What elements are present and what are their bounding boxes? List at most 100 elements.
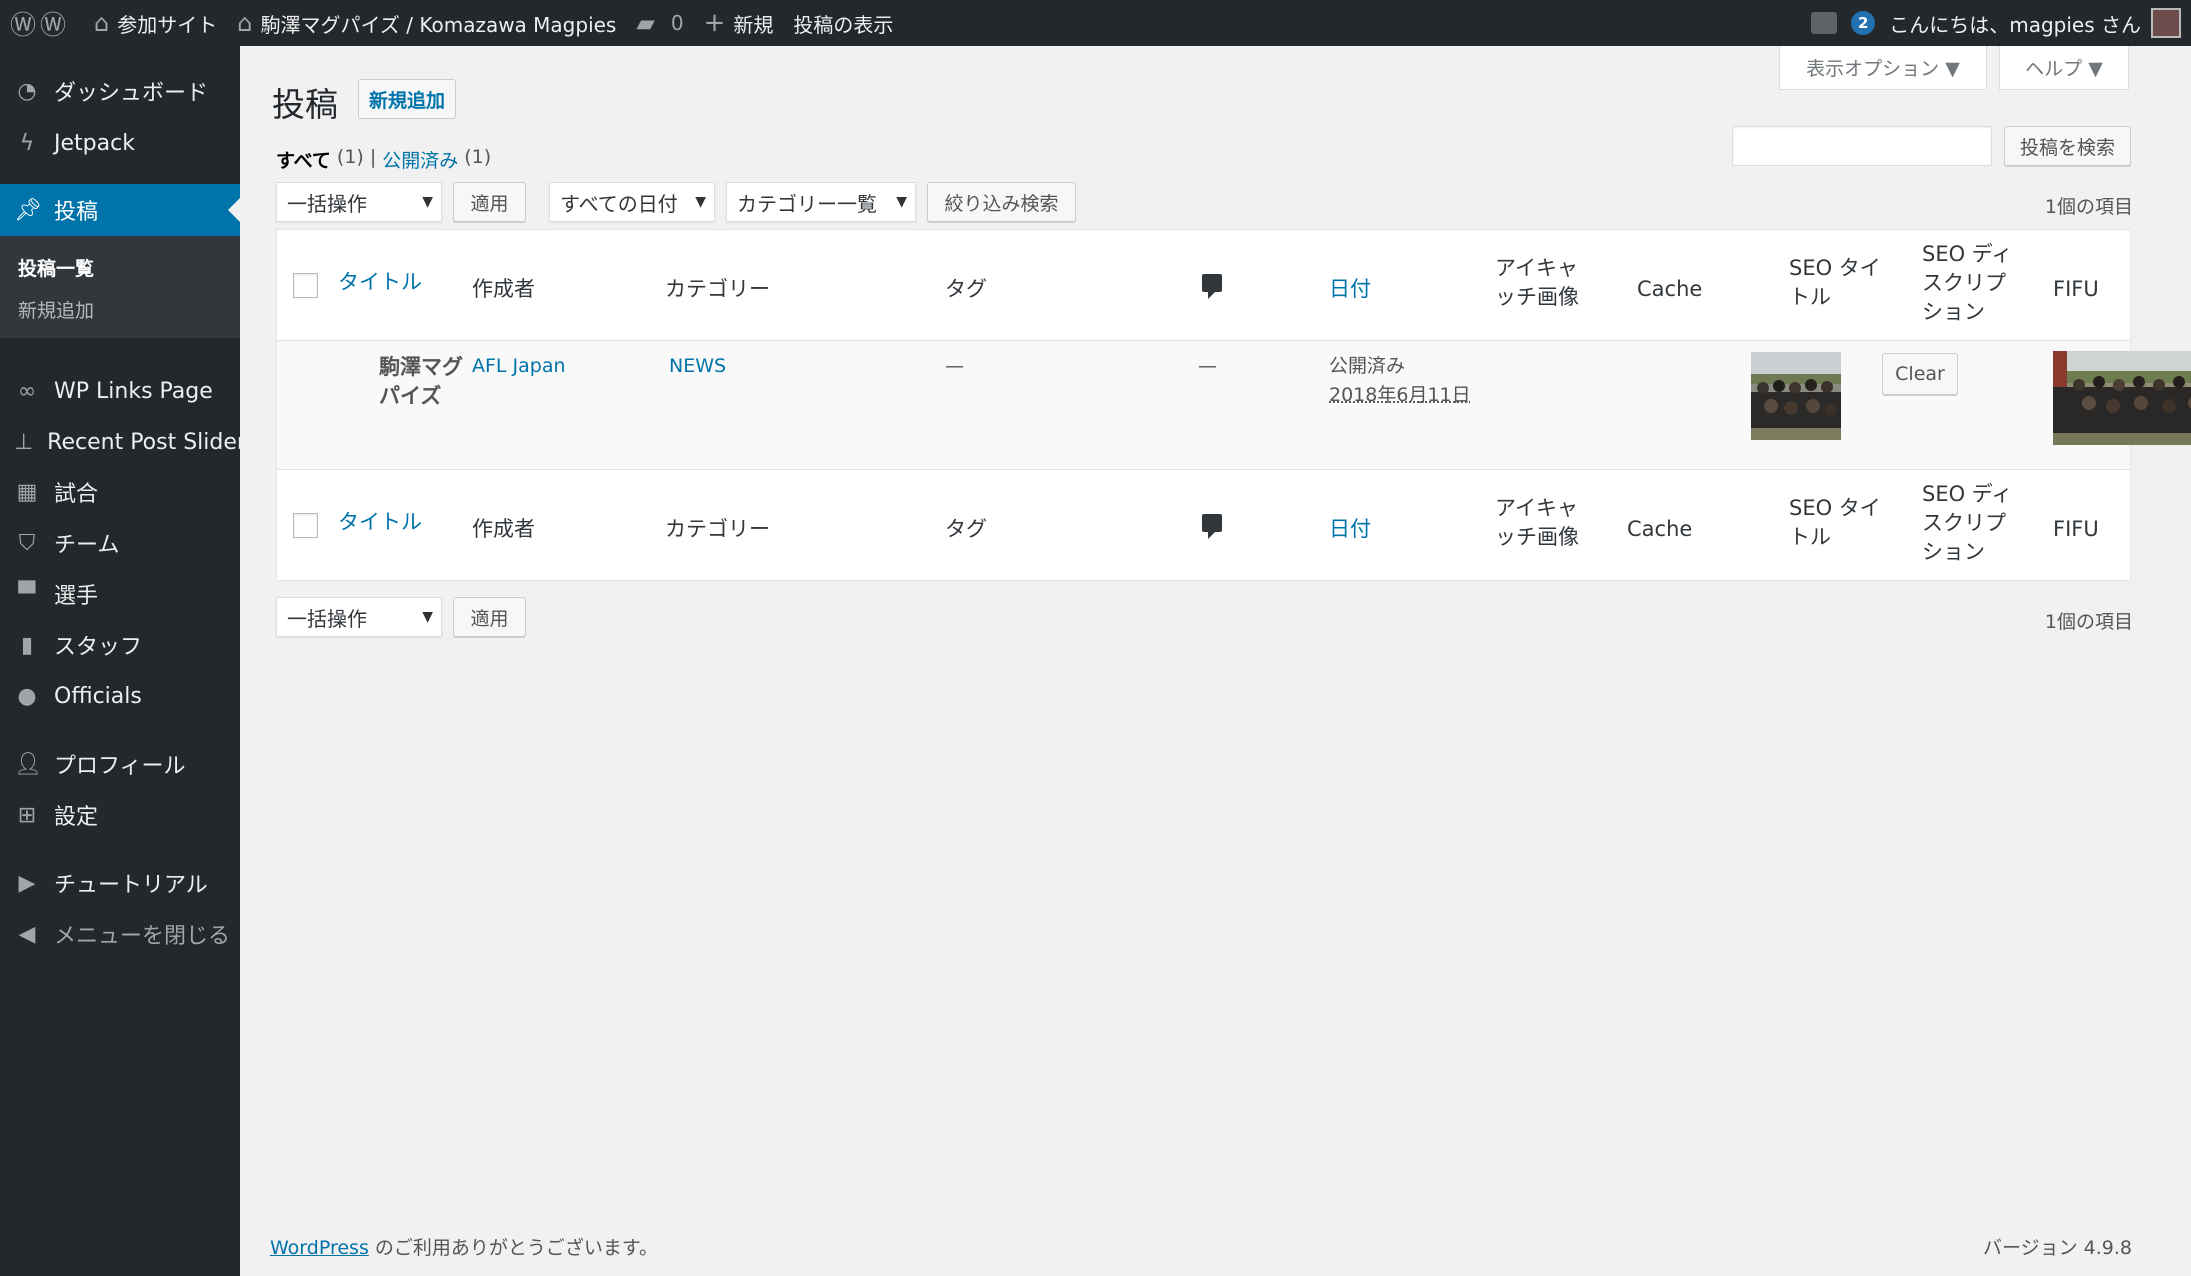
avatar[interactable] (2151, 8, 2181, 38)
post-author[interactable]: AFL Japan (472, 352, 566, 381)
screen-options-button[interactable]: 表示オプション ▼ (1779, 46, 1987, 90)
shirt-icon: ▀ (18, 581, 36, 607)
post-title-line-2: パイズ (379, 384, 442, 408)
submenu-all-posts[interactable]: 投稿一覧 (18, 254, 94, 281)
column-seo-desc-line-3: ション (1922, 540, 1985, 564)
calendar-icon: ▦ (16, 479, 38, 505)
wp-logo-menu[interactable]: Ⓦ Ⓦ (0, 0, 84, 46)
menu-posts[interactable]: 📌︎ 投稿 (0, 184, 240, 236)
menu-settings[interactable]: ⊞ 設定 (0, 792, 240, 838)
column-tags: タグ (945, 277, 987, 301)
post-category[interactable]: NEWS (669, 352, 726, 381)
posts-submenu: 投稿一覧 新規追加 (0, 236, 240, 338)
menu-events[interactable]: ▦ 試合 (0, 469, 240, 515)
column-categories: カテゴリー (665, 277, 770, 301)
search-input[interactable] (1732, 126, 1992, 166)
chevron-down-icon: ▼ (896, 194, 907, 210)
menu-label: チーム (54, 533, 120, 558)
column-fifu-bottom: FIFU (2053, 517, 2099, 541)
user-icon: 👤︎ (14, 751, 42, 777)
my-sites-label: 参加サイト (117, 12, 218, 37)
settings-icon: ⊞ (17, 802, 37, 828)
column-featured-line-2: ッチ画像 (1495, 525, 1579, 549)
add-new-button[interactable]: 新規追加 (358, 79, 457, 119)
video-icon: ▶ (18, 870, 36, 896)
column-seo-desc-line-3: ション (1922, 300, 1985, 324)
select-all-checkbox-bottom[interactable] (293, 513, 318, 538)
category-filter-select[interactable]: カテゴリー一覧 ▼ (726, 182, 916, 222)
view-posts-link[interactable]: 投稿の表示 (783, 0, 903, 46)
bulk-action-value: 一括操作 (287, 191, 367, 216)
menu-players[interactable]: ▀ 選手 (0, 571, 240, 617)
new-content-menu[interactable]: + 新規 (694, 0, 784, 46)
filter-all[interactable]: すべて (276, 146, 331, 173)
column-title-bottom[interactable]: タイトル (338, 508, 422, 537)
menu-jetpack[interactable]: ϟ Jetpack (0, 120, 240, 166)
cache-clear-button[interactable]: Clear (1882, 353, 1958, 395)
apply-button-bottom[interactable]: 適用 (453, 597, 526, 637)
fifu-image-thumbnail[interactable] (2053, 351, 2191, 445)
menu-recent-post-slider[interactable]: ⊥ Recent Post Slider (0, 419, 246, 465)
pin-icon: 📌︎ (14, 197, 42, 223)
wordpress-link[interactable]: WordPress (270, 1237, 369, 1259)
date-filter-value: すべての日付 (560, 191, 678, 216)
main-content: 表示オプション ▼ ヘルプ ▼ 投稿 新規追加 すべて (1) | 公開済み (… (240, 46, 2191, 1276)
submenu-add-new[interactable]: 新規追加 (18, 296, 94, 323)
date-filter-select[interactable]: すべての日付 ▼ (549, 182, 715, 222)
menu-label: プロフィール (54, 754, 186, 779)
menu-wp-links-page[interactable]: ∞ WP Links Page (0, 368, 240, 414)
column-featured-line-1: アイキャ (1495, 496, 1578, 520)
bulk-action-value: 一括操作 (287, 606, 367, 631)
post-comments: — (1198, 355, 1217, 377)
comments-column-icon-bottom[interactable] (1202, 514, 1222, 539)
bulk-action-select-bottom[interactable]: 一括操作 ▼ (276, 597, 442, 637)
menu-collapse[interactable]: ◀ メニューを閉じる (0, 911, 240, 957)
my-sites-menu[interactable]: ⌂ 参加サイト (84, 0, 227, 46)
column-cache: Cache (1637, 277, 1703, 301)
help-button[interactable]: ヘルプ ▼ (1999, 46, 2129, 90)
column-featured-image: アイキャ ッチ画像 (1495, 254, 1579, 312)
menu-dashboard[interactable]: ◔ ダッシュボード (0, 68, 240, 114)
column-seo-title-bottom: SEO タイ トル (1789, 494, 1881, 552)
filter-published[interactable]: 公開済み (382, 146, 458, 173)
menu-teams[interactable]: ⛉ チーム (0, 520, 240, 566)
menu-staff[interactable]: ▮ スタッフ (0, 622, 240, 668)
search-posts-button[interactable]: 投稿を検索 (2004, 126, 2131, 166)
comments-column-icon[interactable] (1202, 274, 1222, 299)
new-content-label: 新規 (733, 12, 774, 37)
menu-profile[interactable]: 👤︎ プロフィール (0, 741, 240, 787)
select-all-checkbox[interactable] (293, 273, 318, 298)
column-date-bottom[interactable]: 日付 (1329, 515, 1371, 544)
menu-label: スタッフ (54, 635, 143, 660)
collapse-icon: ◀ (18, 921, 36, 947)
comments-menu[interactable]: ▰ 0 (626, 0, 693, 46)
footer-thanks-text: のご利用ありがとうございます。 (368, 1237, 658, 1259)
site-name-menu[interactable]: ⌂ 駒澤マグパイズ / Komazawa Magpies (227, 0, 626, 46)
post-title[interactable]: 駒澤マグ パイズ (379, 353, 463, 411)
column-featured-image-bottom: アイキャ ッチ画像 (1495, 494, 1579, 552)
menu-tutorial[interactable]: ▶ チュートリアル (0, 860, 240, 906)
filter-button[interactable]: 絞り込み検索 (927, 182, 1076, 222)
notification-box-icon[interactable] (1811, 12, 1838, 34)
apply-button-top[interactable]: 適用 (453, 182, 526, 222)
post-title-line-1: 駒澤マグ (379, 355, 463, 379)
greeting[interactable]: こんにちは、magpies さん (1889, 9, 2141, 38)
column-seo-desc-line-2: スクリプ (1922, 271, 2006, 295)
column-seo-desc-line-1: SEO ディ (1922, 242, 2013, 266)
chevron-down-icon: ▼ (695, 194, 706, 210)
menu-officials[interactable]: ● Officials (0, 673, 240, 719)
column-featured-line-2: ッチ画像 (1495, 285, 1579, 309)
column-date[interactable]: 日付 (1329, 275, 1371, 304)
notification-badge[interactable]: 2 (1851, 11, 1876, 35)
post-tags: — (945, 355, 964, 377)
column-tags-bottom: タグ (945, 517, 987, 541)
dashboard-icon: ◔ (17, 78, 37, 104)
column-seo-title-line-1: SEO タイ (1789, 496, 1881, 520)
featured-image-thumbnail[interactable] (1751, 352, 1841, 440)
category-filter-value: カテゴリー一覧 (737, 191, 877, 216)
column-title[interactable]: タイトル (338, 268, 422, 297)
bulk-action-select-top[interactable]: 一括操作 ▼ (276, 182, 442, 222)
column-author: 作成者 (472, 277, 535, 301)
chevron-down-icon: ▼ (422, 609, 433, 625)
column-seo-title-line-2: トル (1789, 525, 1831, 549)
